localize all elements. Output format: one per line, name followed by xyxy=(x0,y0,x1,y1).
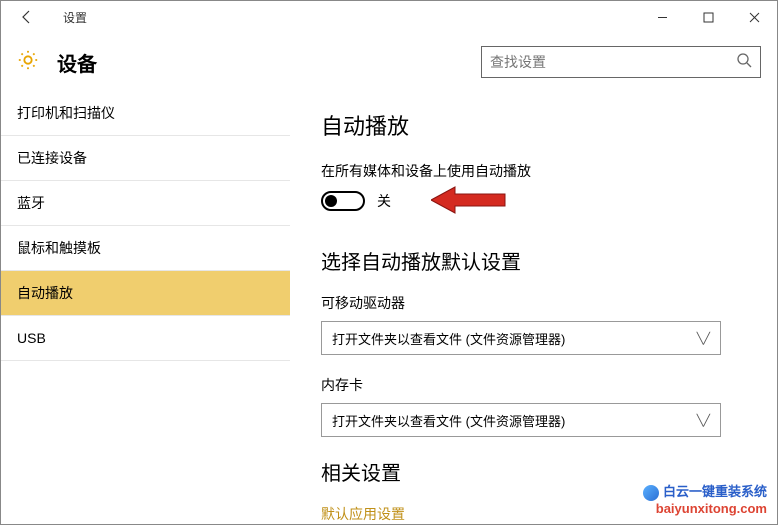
chevron-down-icon: ╲╱ xyxy=(697,414,710,427)
dropdown-value: 打开文件夹以查看文件 (文件资源管理器) xyxy=(332,411,565,430)
toggle-state-label: 关 xyxy=(377,191,391,211)
sidebar-item-usb[interactable]: USB xyxy=(1,316,290,361)
removable-drive-dropdown[interactable]: 打开文件夹以查看文件 (文件资源管理器) ╲╱ xyxy=(321,321,721,355)
sidebar-item-label: 蓝牙 xyxy=(17,193,45,213)
toggle-knob xyxy=(325,195,337,207)
sidebar-item-printers[interactable]: 打印机和扫描仪 xyxy=(1,91,290,136)
chevron-down-icon: ╲╱ xyxy=(697,332,710,345)
removable-drive-label: 可移动驱动器 xyxy=(321,293,747,313)
sidebar-item-bluetooth[interactable]: 蓝牙 xyxy=(1,181,290,226)
memory-card-dropdown[interactable]: 打开文件夹以查看文件 (文件资源管理器) ╲╱ xyxy=(321,403,721,437)
close-button[interactable] xyxy=(731,1,777,33)
sidebar: 打印机和扫描仪 已连接设备 蓝牙 鼠标和触摸板 自动播放 USB xyxy=(1,91,291,524)
search-icon xyxy=(736,52,752,73)
window-controls xyxy=(639,1,777,33)
dropdown-value: 打开文件夹以查看文件 (文件资源管理器) xyxy=(332,329,565,348)
watermark: 白云一键重装系统 baiyunxitong.com xyxy=(643,484,767,518)
watermark-logo-icon xyxy=(643,485,659,501)
header: 设备 xyxy=(1,33,777,91)
maximize-button[interactable] xyxy=(685,1,731,33)
arrow-annotation-icon xyxy=(431,183,511,222)
memory-card-label: 内存卡 xyxy=(321,375,747,395)
main-panel: 自动播放 在所有媒体和设备上使用自动播放 关 选择自动播放默认设置 可移动驱动器… xyxy=(291,91,777,524)
heading-choose-defaults: 选择自动播放默认设置 xyxy=(321,246,747,275)
sidebar-item-label: 打印机和扫描仪 xyxy=(17,103,115,123)
sidebar-item-label: 鼠标和触摸板 xyxy=(17,238,101,258)
heading-autoplay: 自动播放 xyxy=(321,109,747,141)
window-title: 设置 xyxy=(63,9,87,26)
sidebar-item-autoplay[interactable]: 自动播放 xyxy=(1,271,290,316)
page-title: 设备 xyxy=(57,48,97,77)
titlebar: 设置 xyxy=(1,1,777,33)
sidebar-item-label: 已连接设备 xyxy=(17,148,87,168)
minimize-button[interactable] xyxy=(639,1,685,33)
autoplay-toggle[interactable] xyxy=(321,191,365,211)
sidebar-item-label: 自动播放 xyxy=(17,283,73,303)
gear-icon xyxy=(17,49,39,76)
autoplay-description: 在所有媒体和设备上使用自动播放 xyxy=(321,161,747,181)
autoplay-toggle-row: 关 xyxy=(321,191,747,211)
sidebar-item-mouse-touchpad[interactable]: 鼠标和触摸板 xyxy=(1,226,290,271)
content: 打印机和扫描仪 已连接设备 蓝牙 鼠标和触摸板 自动播放 USB 自动播放 在所… xyxy=(1,91,777,524)
back-button[interactable] xyxy=(11,1,43,33)
watermark-url: baiyunxitong.com xyxy=(643,501,767,518)
search-input[interactable] xyxy=(490,54,736,70)
sidebar-item-label: USB xyxy=(17,330,46,346)
search-box[interactable] xyxy=(481,46,761,78)
watermark-title: 白云一键重装系统 xyxy=(663,484,767,499)
heading-related-settings: 相关设置 xyxy=(321,457,747,486)
sidebar-item-connected-devices[interactable]: 已连接设备 xyxy=(1,136,290,181)
